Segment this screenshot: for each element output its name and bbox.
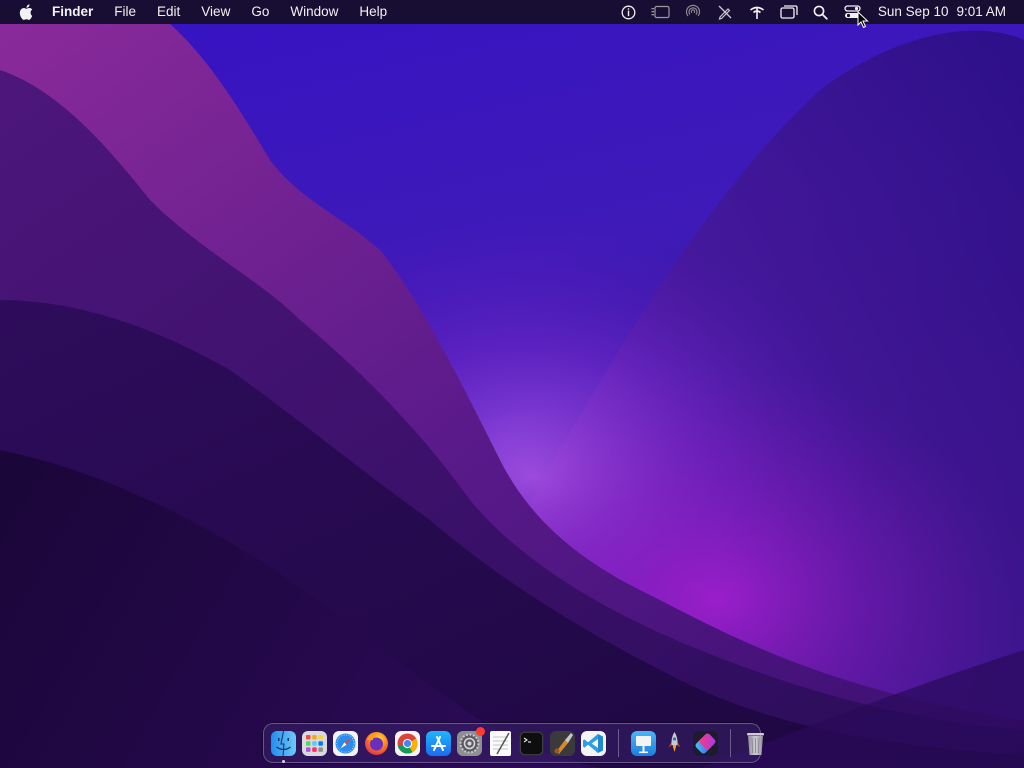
- menu-edit[interactable]: Edit: [157, 0, 180, 24]
- apple-logo-icon[interactable]: [16, 0, 36, 24]
- menu-bar-left: Finder File Edit View Go Window Help: [0, 0, 408, 24]
- desktop-wallpaper: [0, 0, 1024, 768]
- instruments-icon[interactable]: [549, 730, 576, 757]
- firefox-icon[interactable]: [363, 730, 390, 757]
- app-store-icon[interactable]: [425, 730, 452, 757]
- launchpad-icon[interactable]: [301, 730, 328, 757]
- finder-icon[interactable]: [270, 730, 297, 763]
- safari-icon[interactable]: [332, 730, 359, 757]
- dock-divider: [618, 729, 619, 757]
- menu-go[interactable]: Go: [251, 0, 269, 24]
- trash-icon[interactable]: [742, 730, 769, 757]
- menu-app-finder[interactable]: Finder: [52, 0, 93, 24]
- clock-date: Sun Sep 10: [877, 4, 949, 19]
- terminal-icon[interactable]: [518, 730, 545, 757]
- menu-help[interactable]: Help: [359, 0, 387, 24]
- menu-bar-clock[interactable]: Sun Sep 10 9:01 AM: [878, 0, 1006, 24]
- menu-window[interactable]: Window: [290, 0, 338, 24]
- system-preferences-icon[interactable]: [456, 726, 485, 757]
- dock-divider: [730, 729, 731, 757]
- airdrop-icon[interactable]: [682, 0, 704, 24]
- vscode-icon[interactable]: [580, 730, 607, 757]
- clock-time: 9:01 AM: [956, 4, 1006, 19]
- menu-bar-status-area: Sun Sep 10 9:01 AM: [608, 0, 1024, 24]
- keynote-icon[interactable]: [630, 730, 657, 757]
- pen-slash-icon[interactable]: [714, 0, 736, 24]
- running-indicator: [282, 759, 285, 763]
- textedit-icon[interactable]: [487, 730, 514, 757]
- window-icon[interactable]: [778, 0, 800, 24]
- accessibility-icon[interactable]: [618, 0, 640, 24]
- menu-bar: Finder File Edit View Go Window Help Sun…: [0, 0, 1024, 24]
- mouse-pointer-icon: [857, 11, 869, 29]
- rocket-typist-icon[interactable]: [661, 730, 688, 757]
- search-icon[interactable]: [810, 0, 832, 24]
- screen-mirroring-icon[interactable]: [650, 0, 672, 24]
- menu-view[interactable]: View: [201, 0, 230, 24]
- dock: [263, 723, 764, 763]
- menu-file[interactable]: File: [114, 0, 136, 24]
- network-icon[interactable]: [746, 0, 768, 24]
- chrome-icon[interactable]: [394, 730, 421, 757]
- notification-badge: [476, 726, 485, 736]
- shortcuts-icon[interactable]: [692, 730, 719, 757]
